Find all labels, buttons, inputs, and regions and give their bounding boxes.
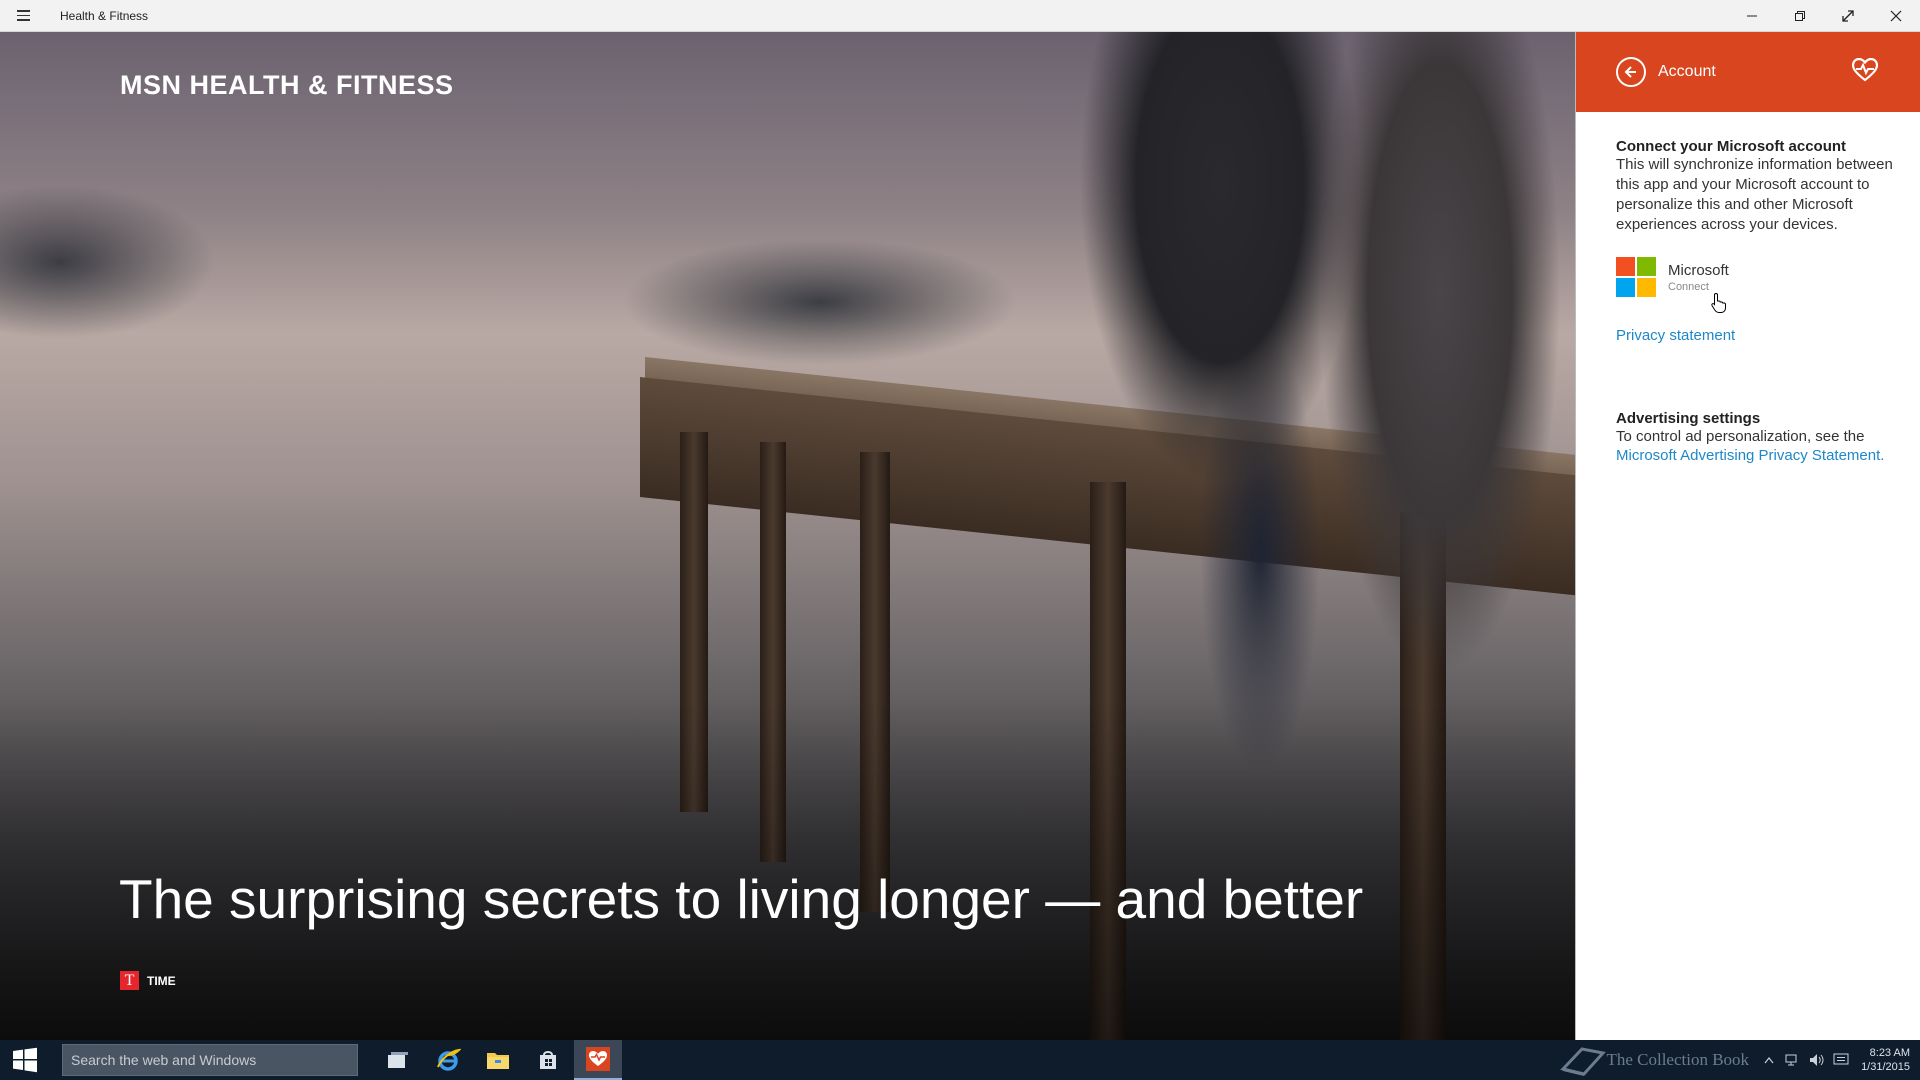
panel-header: Account (1576, 32, 1920, 112)
brand-title[interactable]: MSN HEALTH & FITNESS (120, 70, 454, 101)
microsoft-account-button[interactable]: Microsoft Connect (1616, 257, 1896, 297)
windows-start-icon[interactable] (0, 1040, 50, 1080)
action-center-icon[interactable] (1829, 1040, 1853, 1080)
advertising-privacy-link[interactable]: Microsoft Advertising Privacy Statement. (1616, 447, 1884, 464)
privacy-statement-link[interactable]: Privacy statement (1616, 327, 1896, 344)
account-settings-panel: Account Connect your Microsoft account T… (1575, 32, 1920, 1040)
app-title: Health & Fitness (60, 8, 149, 23)
fullscreen-icon[interactable] (1824, 0, 1872, 32)
advertising-section: Advertising settings To control ad perso… (1616, 410, 1896, 465)
minimize-icon[interactable] (1728, 0, 1776, 32)
restore-icon[interactable] (1776, 0, 1824, 32)
back-arrow-icon[interactable] (1616, 57, 1646, 87)
taskbar-search[interactable] (62, 1044, 358, 1076)
source-attribution: T TIME (120, 971, 176, 990)
volume-icon[interactable] (1805, 1040, 1829, 1080)
health-fitness-app-icon[interactable] (574, 1040, 622, 1080)
panel-body: Connect your Microsoft account This will… (1576, 112, 1920, 465)
account-name: Microsoft (1668, 261, 1729, 279)
seated-couple (1030, 32, 1575, 772)
panel-title: Account (1658, 63, 1716, 80)
title-bar: Health & Fitness (0, 0, 1920, 32)
connect-text: This will synchronize information betwee… (1616, 156, 1893, 233)
window-controls (1728, 0, 1920, 32)
taskbar-clock[interactable]: 8:23 AM 1/31/2015 (1861, 1046, 1910, 1074)
book-watermark-icon (1560, 1047, 1607, 1076)
show-hidden-icons-chevron-icon[interactable] (1757, 1040, 1781, 1080)
hamburger-icon[interactable] (0, 0, 46, 32)
search-input[interactable] (71, 1052, 357, 1068)
internet-explorer-icon[interactable] (424, 1040, 472, 1080)
task-view-icon[interactable] (374, 1040, 422, 1080)
hero-image[interactable]: MSN HEALTH & FITNESS The surprising secr… (0, 32, 1575, 1040)
advertising-text: To control ad personalization, see the (1616, 428, 1865, 445)
watermark-text: The Collection Book (1606, 1050, 1750, 1069)
file-explorer-icon[interactable] (474, 1040, 522, 1080)
headline[interactable]: The surprising secrets to living longer … (119, 867, 1363, 931)
account-status: Connect (1668, 280, 1709, 293)
hand-cursor-icon (1710, 292, 1728, 319)
clock-date: 1/31/2015 (1861, 1061, 1910, 1073)
clock-time: 8:23 AM (1869, 1047, 1910, 1059)
store-icon[interactable] (524, 1040, 572, 1080)
microsoft-logo-icon (1616, 257, 1656, 297)
time-logo-icon: T (120, 971, 139, 990)
source-name: TIME (147, 973, 176, 988)
close-icon[interactable] (1872, 0, 1920, 32)
heart-pulse-icon (1851, 57, 1879, 87)
taskbar: The Collection Book 8:23 AM 1/31/2015 (0, 1040, 1920, 1080)
network-icon[interactable] (1781, 1040, 1805, 1080)
system-tray: The Collection Book 8:23 AM 1/31/2015 (1560, 1040, 1920, 1080)
connect-heading: Connect your Microsoft account (1616, 138, 1847, 155)
advertising-heading: Advertising settings (1616, 410, 1761, 427)
